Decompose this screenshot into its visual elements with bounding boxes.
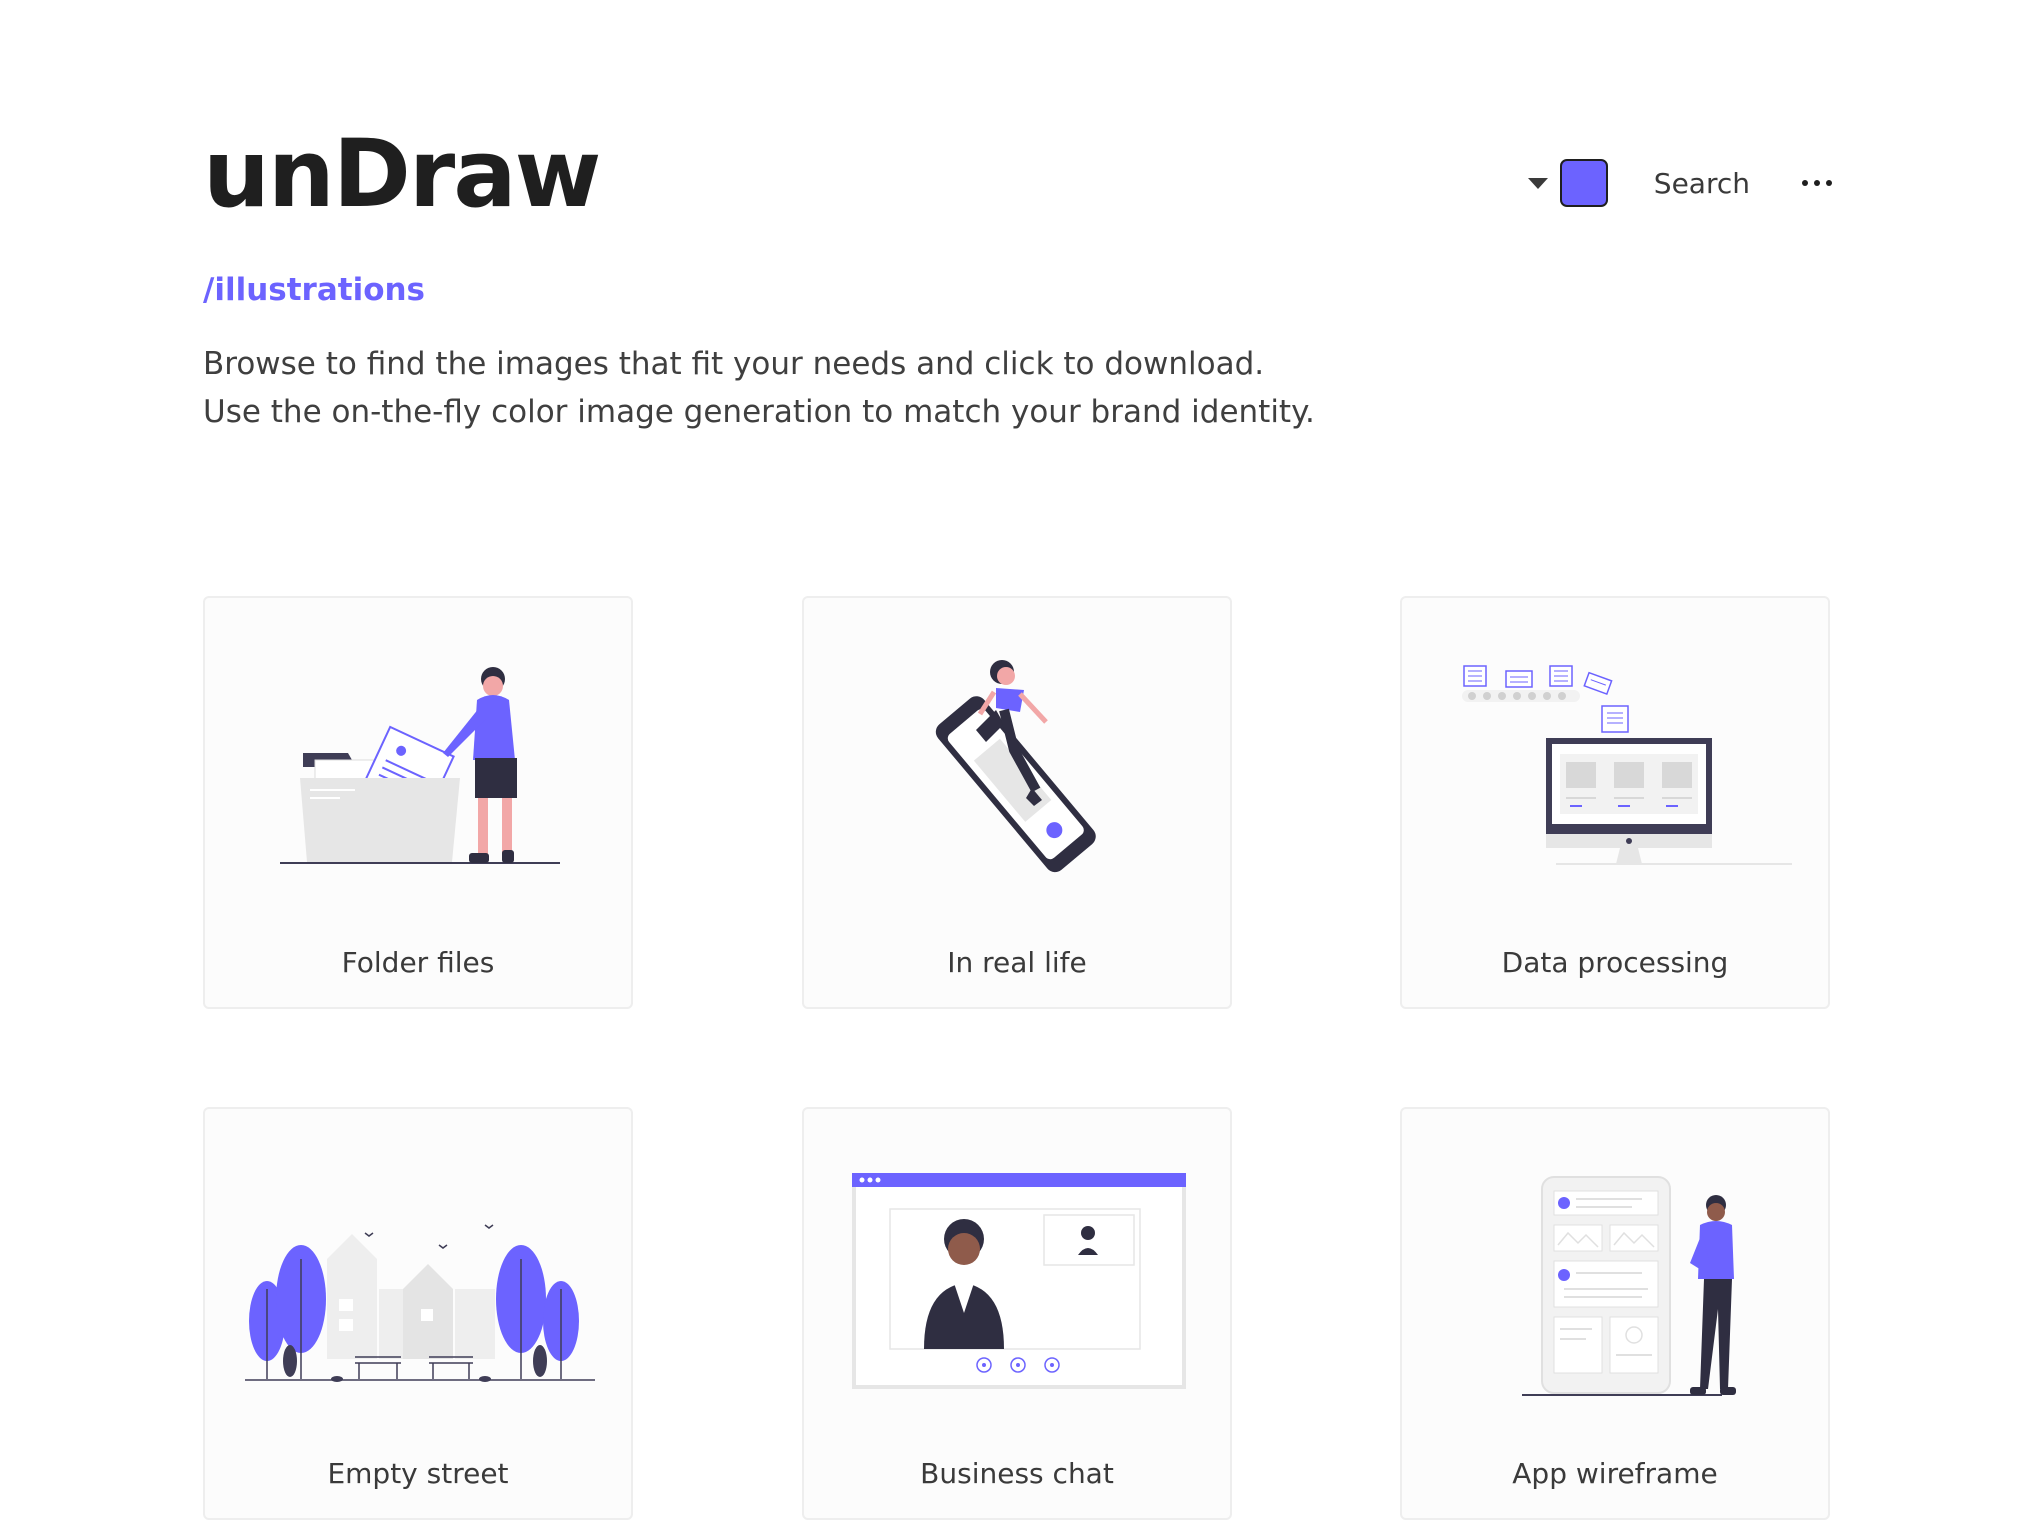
card-title: Empty street (327, 1457, 509, 1490)
breadcrumb-illustrations[interactable]: /illustrations (203, 272, 425, 308)
app-wireframe-illustration (1522, 1176, 1736, 1396)
in-real-life-illustration (935, 660, 1096, 873)
illustration-card-business-chat[interactable]: Business chat (802, 1107, 1232, 1520)
more-horizontal-icon[interactable] (1802, 180, 1832, 186)
caret-down-icon (1527, 177, 1548, 189)
card-title: Data processing (1501, 946, 1729, 979)
header-controls: Search (1527, 158, 1832, 208)
illustration-card-empty-street[interactable]: Empty street (203, 1107, 633, 1520)
card-title: App wireframe (1512, 1457, 1718, 1490)
illustration-card-in-real-life[interactable]: In real life (802, 596, 1232, 1009)
card-title: In real life (947, 946, 1087, 979)
color-picker-button[interactable] (1527, 159, 1608, 207)
folder-files-illustration (280, 667, 560, 864)
page-description: Browse to find the images that fit your … (203, 346, 1315, 430)
site-logo[interactable]: unDraw (203, 128, 601, 222)
empty-street-illustration (245, 1224, 595, 1382)
business-chat-illustration (852, 1173, 1186, 1389)
illustration-card-data-processing[interactable]: Data processing (1400, 596, 1830, 1009)
card-title: Business chat (920, 1457, 1114, 1490)
illustration-card-folder-files[interactable]: Folder files (203, 596, 633, 1009)
color-swatch[interactable] (1559, 159, 1608, 207)
data-processing-illustration (1462, 665, 1792, 865)
search-button[interactable]: Search (1654, 167, 1750, 200)
illustration-card-app-wireframe[interactable]: App wireframe (1400, 1107, 1830, 1520)
card-title: Folder files (341, 946, 495, 979)
page: unDraw /illustrations Browse to find the… (0, 0, 2028, 1520)
